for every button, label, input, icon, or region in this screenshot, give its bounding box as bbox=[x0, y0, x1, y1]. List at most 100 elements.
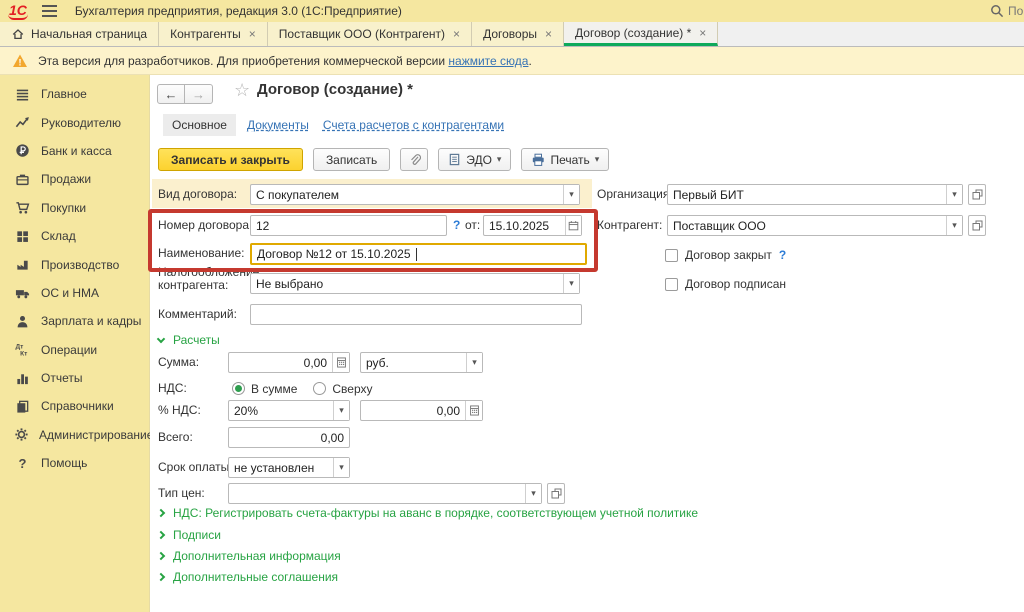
tab-contract-new[interactable]: Договор (создание) * × bbox=[564, 22, 718, 46]
1c-logo-icon: 1С bbox=[8, 3, 28, 20]
org-open-button[interactable] bbox=[968, 184, 986, 205]
org-field[interactable]: Первый БИТ ▾ bbox=[667, 184, 963, 205]
sum-field[interactable]: 0,00 bbox=[228, 352, 350, 373]
sidebar-item-warehouse[interactable]: Склад bbox=[0, 222, 149, 250]
org-label: Организация: bbox=[597, 184, 673, 205]
sidebar-item-reports[interactable]: Отчеты bbox=[0, 364, 149, 392]
vat-in-sum-radio[interactable] bbox=[232, 382, 245, 395]
chevron-right-icon bbox=[157, 509, 165, 517]
tax-field[interactable]: Не выбрано ▾ bbox=[250, 273, 580, 294]
calc-section-header[interactable]: Расчеты bbox=[158, 333, 220, 347]
contract-signed-checkbox[interactable] bbox=[665, 278, 678, 291]
close-icon[interactable]: × bbox=[453, 27, 460, 41]
vat-on-top-radio[interactable] bbox=[313, 382, 326, 395]
number-help-icon[interactable]: ? bbox=[453, 215, 460, 236]
caret-down-icon[interactable]: ▾ bbox=[466, 353, 482, 372]
close-icon[interactable]: × bbox=[545, 27, 552, 41]
tax-label: Налогообложениеконтрагента: bbox=[158, 266, 259, 292]
currency-field[interactable]: руб. ▾ bbox=[360, 352, 483, 373]
window-title: Бухгалтерия предприятия, редакция 3.0 (1… bbox=[75, 4, 402, 18]
name-field[interactable]: Договор №12 от 15.10.2025 bbox=[250, 243, 587, 265]
sidebar-item-production[interactable]: Производство bbox=[0, 250, 149, 278]
sidebar-item-sales[interactable]: Продажи bbox=[0, 165, 149, 193]
contract-closed-checkbox[interactable] bbox=[665, 249, 678, 262]
number-label: Номер договора: bbox=[158, 215, 252, 236]
warning-text: Эта версия для разработчиков. Для приобр… bbox=[38, 54, 532, 68]
calculator-icon[interactable] bbox=[332, 353, 349, 372]
nav-tab-accounts[interactable]: Счета расчетов с контрагентами bbox=[323, 118, 504, 132]
section-signatures[interactable]: Подписи bbox=[158, 528, 221, 542]
sidebar-item-help[interactable]: ? Помощь bbox=[0, 449, 149, 477]
tab-contracts[interactable]: Договоры × bbox=[472, 22, 564, 46]
sidebar-item-main[interactable]: Главное bbox=[0, 80, 149, 108]
caret-down-icon[interactable]: ▾ bbox=[946, 216, 962, 235]
vat-amount-field[interactable]: 0,00 bbox=[360, 400, 483, 421]
caret-down-icon[interactable]: ▾ bbox=[563, 185, 579, 204]
book-icon bbox=[14, 399, 31, 414]
sidebar-item-payroll[interactable]: Зарплата и кадры bbox=[0, 307, 149, 335]
question-icon: ? bbox=[14, 456, 31, 471]
save-button[interactable]: Записать bbox=[313, 148, 390, 171]
tab-supplier[interactable]: Поставщик ООО (Контрагент) × bbox=[268, 22, 472, 46]
vat-pct-field[interactable]: 20% ▾ bbox=[228, 400, 350, 421]
main-menu-icon[interactable] bbox=[42, 5, 57, 17]
close-icon[interactable]: × bbox=[699, 26, 706, 40]
sidebar-item-purchases[interactable]: Покупки bbox=[0, 194, 149, 222]
caret-down-icon[interactable]: ▾ bbox=[946, 185, 962, 204]
closed-help-icon[interactable]: ? bbox=[779, 248, 786, 262]
save-close-button[interactable]: Записать и закрыть bbox=[158, 148, 303, 171]
sidebar-item-manager[interactable]: Руководителю bbox=[0, 108, 149, 136]
nav-tab-main[interactable]: Основное bbox=[163, 114, 236, 136]
nav-tab-documents[interactable]: Документы bbox=[247, 118, 309, 132]
warning-icon: ! bbox=[12, 53, 28, 69]
print-button[interactable]: Печать▾ bbox=[521, 148, 609, 171]
calendar-icon[interactable] bbox=[565, 216, 581, 235]
tab-home[interactable]: Начальная страница bbox=[0, 22, 159, 46]
back-button[interactable]: ← bbox=[157, 84, 185, 104]
number-field[interactable]: 12 bbox=[250, 215, 447, 236]
form-nav: Основное Документы Счета расчетов с конт… bbox=[163, 114, 504, 136]
contractor-open-button[interactable] bbox=[968, 215, 986, 236]
tab-strip: Начальная страница Контрагенты × Поставщ… bbox=[0, 22, 1024, 47]
edo-button[interactable]: ЭДО▾ bbox=[438, 148, 511, 171]
caret-down-icon[interactable]: ▾ bbox=[525, 484, 541, 503]
form-title: Договор (создание) * bbox=[257, 81, 413, 98]
sidebar-label: Операции bbox=[41, 343, 97, 357]
trend-chart-icon bbox=[14, 115, 31, 130]
history-nav: ← → bbox=[157, 84, 213, 104]
due-field[interactable]: не установлен ▾ bbox=[228, 457, 350, 478]
calculator-icon[interactable] bbox=[465, 401, 482, 420]
favorite-star-icon[interactable]: ☆ bbox=[234, 80, 250, 101]
comment-field[interactable] bbox=[250, 304, 582, 325]
tab-contractors[interactable]: Контрагенты × bbox=[159, 22, 268, 46]
section-vat-advance[interactable]: НДС: Регистрировать счета-фактуры на ава… bbox=[158, 506, 698, 520]
contractor-field[interactable]: Поставщик ООО ▾ bbox=[667, 215, 963, 236]
buy-link[interactable]: нажмите сюда bbox=[448, 54, 528, 68]
sidebar-item-fixed-assets[interactable]: ОС и НМА bbox=[0, 279, 149, 307]
price-type-field[interactable]: ▾ bbox=[228, 483, 542, 504]
close-icon[interactable]: × bbox=[249, 27, 256, 41]
tab-label: Договоры bbox=[483, 27, 537, 41]
section-additional-agreements[interactable]: Дополнительные соглашения bbox=[158, 570, 338, 584]
sidebar-label: Банк и касса bbox=[41, 144, 112, 158]
gear-icon bbox=[14, 427, 29, 442]
section-additional-info[interactable]: Дополнительная информация bbox=[158, 549, 341, 563]
caret-down-icon: ▾ bbox=[595, 154, 600, 165]
name-label: Наименование: bbox=[158, 243, 245, 264]
kind-field[interactable]: С покупателем ▾ bbox=[250, 184, 580, 205]
caret-down-icon[interactable]: ▾ bbox=[333, 401, 349, 420]
caret-down-icon[interactable]: ▾ bbox=[563, 274, 579, 293]
forward-button[interactable]: → bbox=[185, 84, 213, 104]
sidebar-item-administration[interactable]: Администрирование bbox=[0, 421, 149, 449]
global-search[interactable]: Поиск bbox=[990, 0, 1024, 22]
sidebar-item-directories[interactable]: Справочники bbox=[0, 392, 149, 420]
search-icon bbox=[990, 4, 1004, 18]
price-type-open-button[interactable] bbox=[547, 483, 565, 504]
contract-closed-label: Договор закрыт bbox=[685, 248, 772, 262]
sidebar-item-bank[interactable]: Банк и касса bbox=[0, 137, 149, 165]
caret-down-icon[interactable]: ▾ bbox=[333, 458, 349, 477]
sidebar-item-operations[interactable]: ДтКт Операции bbox=[0, 336, 149, 364]
attach-button[interactable] bbox=[400, 148, 428, 171]
date-field[interactable]: 15.10.2025 bbox=[483, 215, 582, 236]
title-bar: 1С Бухгалтерия предприятия, редакция 3.0… bbox=[0, 0, 1024, 22]
